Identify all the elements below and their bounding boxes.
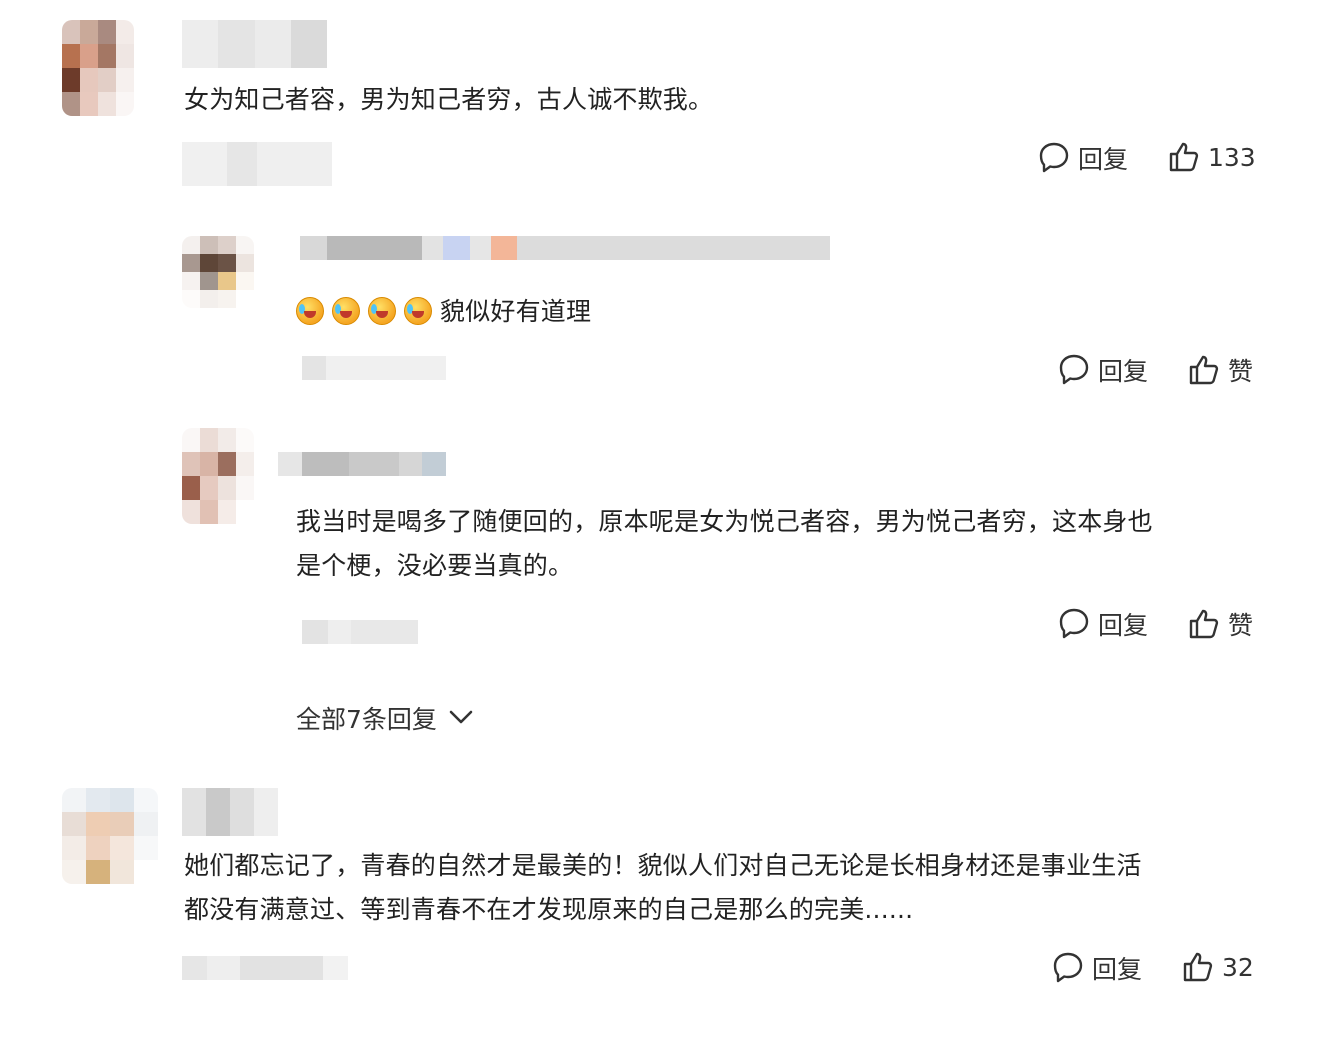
like-button[interactable]: 32 [1182, 950, 1254, 984]
like-count: 32 [1222, 952, 1254, 982]
comment-meta [302, 356, 446, 380]
thumbs-up-icon [1182, 950, 1214, 984]
reply-label: 回复 [1092, 955, 1143, 984]
reply-text-line-1: 我当时是喝多了随便回的，原本呢是女为悦己者容，男为悦己者穷，这本身也 [296, 507, 1153, 536]
like-label: 赞 [1228, 357, 1254, 386]
comment-text-line-2: 都没有满意过、等到青春不在才发现原来的自己是那么的完美...... [184, 895, 914, 924]
comment-text-line-1: 她们都忘记了，青春的自然才是最美的！貌似人们对自己无论是长相身材还是事业生活 [184, 851, 1142, 880]
reply-label: 回复 [1098, 357, 1149, 386]
comment-meta [302, 620, 418, 644]
username[interactable] [300, 236, 830, 260]
speech-bubble-icon [1058, 607, 1090, 641]
like-count: 133 [1208, 142, 1256, 172]
reply-label: 回复 [1098, 611, 1149, 640]
reply-button[interactable]: 回复 [1038, 140, 1128, 176]
speech-bubble-icon [1058, 353, 1090, 387]
laugh-cry-emoji [296, 297, 324, 325]
expand-replies-button[interactable]: 全部7条回复 [296, 700, 475, 736]
comment-text: 女为知己者容，男为知己者穷，古人诚不欺我。 [184, 85, 714, 114]
speech-bubble-icon [1052, 951, 1084, 985]
avatar[interactable] [62, 788, 158, 884]
laugh-cry-emoji [332, 297, 360, 325]
like-button[interactable]: 133 [1168, 140, 1256, 174]
thumbs-up-icon [1188, 607, 1220, 641]
reply-text-content: 貌似好有道理 [440, 297, 592, 326]
reply-label: 回复 [1078, 145, 1129, 174]
reply-text: 貌似好有道理 [296, 290, 591, 334]
thumbs-up-icon [1168, 140, 1200, 174]
username[interactable] [278, 452, 446, 476]
reply-button[interactable]: 回复 [1058, 352, 1148, 388]
username[interactable] [182, 788, 278, 836]
like-label: 赞 [1228, 611, 1254, 640]
comment-meta [182, 956, 348, 980]
expand-replies-label: 全部7条回复 [296, 705, 437, 734]
laugh-cry-emoji [368, 297, 396, 325]
like-button[interactable]: 赞 [1188, 606, 1253, 642]
like-button[interactable]: 赞 [1188, 352, 1253, 388]
username[interactable] [182, 20, 327, 68]
speech-bubble-icon [1038, 141, 1070, 175]
reply-text-line-2: 是个梗，没必要当真的。 [296, 551, 574, 580]
thumbs-up-icon [1188, 353, 1220, 387]
avatar[interactable] [182, 428, 254, 524]
chevron-down-icon [447, 704, 475, 733]
laugh-cry-emoji [404, 297, 432, 325]
avatar[interactable] [182, 236, 254, 308]
reply-button[interactable]: 回复 [1058, 606, 1148, 642]
comment-meta [182, 142, 332, 186]
avatar[interactable] [62, 20, 134, 116]
reply-button[interactable]: 回复 [1052, 950, 1142, 986]
